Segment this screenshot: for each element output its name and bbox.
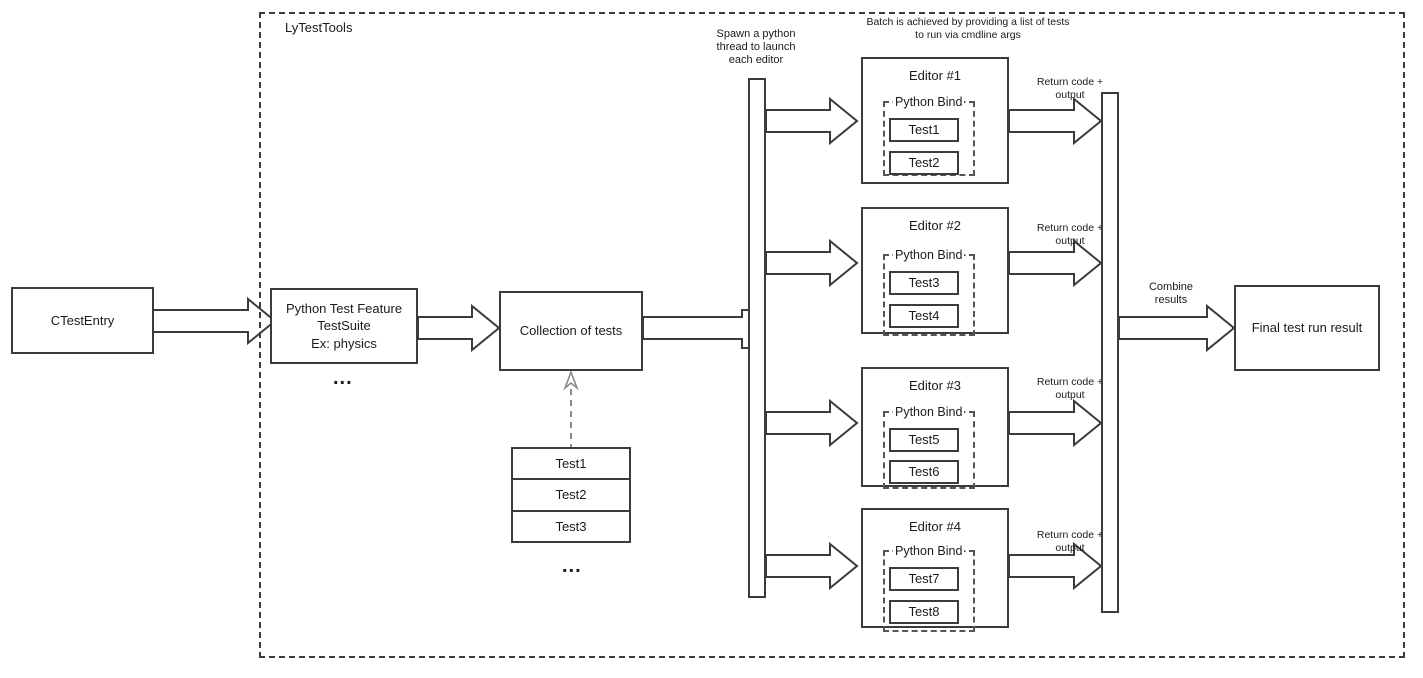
ellipsis-below-feature: ... [333,367,353,389]
node-final-test-run-result[interactable]: Final test run result [1234,285,1380,371]
python-bind-label: Python Bind [893,543,965,560]
list-item[interactable]: Test1 [513,449,629,481]
list-item[interactable]: Test3 [513,512,629,541]
python-bind-label: Python Bind [893,247,965,264]
editor-test-box[interactable]: Test6 [889,460,959,484]
combine-results-annotation: Combine results [1148,281,1194,307]
ellipsis-below-test-stack: ... [562,555,582,577]
editor-box-4[interactable]: Editor #4 Python Bind Test7 Test8 [861,508,1009,632]
editor-box-2[interactable]: Editor #2 Python Bind Test3 Test4 [861,207,1009,336]
editor-test-box[interactable]: Test5 [889,428,959,452]
arrow-ctestentry-to-feature [152,296,277,346]
editor-title: Editor #3 [908,378,962,393]
editor-test-box[interactable]: Test3 [889,271,959,295]
editor-title: Editor #2 [908,218,962,233]
node-collection-of-tests[interactable]: Collection of tests [499,291,643,371]
list-item[interactable]: Test2 [513,480,629,512]
editor-title: Editor #1 [908,68,962,83]
lytesttools-label: LyTestTools [285,20,353,35]
python-bind-label: Python Bind [893,404,965,421]
python-bind-label: Python Bind [893,94,965,111]
node-ctestentry[interactable]: CTestEntry [11,287,154,354]
thread-fork-bar [748,78,766,598]
spawn-thread-annotation: Spawn a python thread to launch each edi… [716,28,796,67]
editor-test-box[interactable]: Test2 [889,151,959,175]
editor-box-3[interactable]: Editor #3 Python Bind Test5 Test6 [861,367,1009,489]
diagram-canvas: LyTestTools CTestEntry Python Test Featu… [0,0,1423,678]
editor-test-box[interactable]: Test7 [889,567,959,591]
batch-annotation: Batch is achieved by providing a list of… [866,16,1070,41]
editor-test-box[interactable]: Test4 [889,304,959,328]
test-stack-list[interactable]: Test1 Test2 Test3 [511,447,631,543]
node-python-test-feature[interactable]: Python Test Feature TestSuite Ex: physic… [270,288,418,364]
editor-test-box[interactable]: Test1 [889,118,959,142]
result-join-bar [1101,92,1119,613]
editor-box-1[interactable]: Editor #1 Python Bind Test1 Test2 [861,57,1009,184]
editor-title: Editor #4 [908,519,962,534]
editor-test-box[interactable]: Test8 [889,600,959,624]
